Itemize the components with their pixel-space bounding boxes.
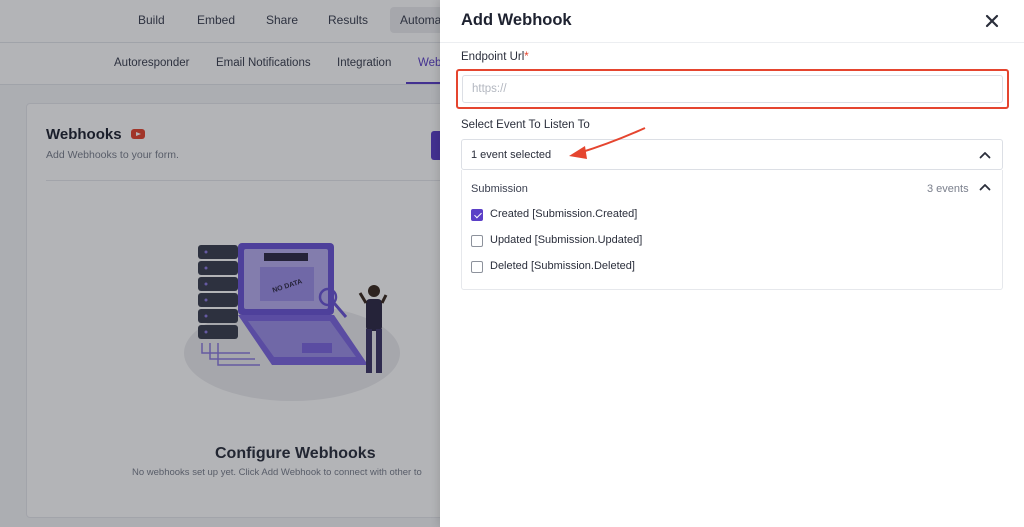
add-webhook-drawer: Add Webhook Endpoint Url* Select Event T… [440,0,1024,527]
chevron-up-icon [979,152,991,159]
checkbox-unchecked[interactable] [471,261,483,273]
endpoint-url-label-text: Endpoint Url [461,51,525,63]
checkbox-checked[interactable] [471,209,483,221]
close-button[interactable] [982,11,1002,31]
event-select-value: 1 event selected [471,149,552,161]
event-option-label: Deleted [Submission.Deleted] [490,260,635,272]
required-mark: * [524,51,529,63]
event-select[interactable]: 1 event selected [461,139,1003,170]
checkbox-unchecked[interactable] [471,235,483,247]
endpoint-url-input[interactable] [462,75,1003,103]
endpoint-url-label: Endpoint Url* [461,51,529,63]
drawer-header: Add Webhook [440,0,1024,43]
event-dropdown-panel: Submission 3 events Created [Submission.… [461,170,1003,290]
annotation-arrow-icon [569,127,646,159]
group-label-submission: Submission [471,183,528,195]
drawer-title: Add Webhook [461,11,572,29]
modal-overlay[interactable] [0,0,440,527]
close-icon [985,14,999,28]
event-option-label: Updated [Submission.Updated] [490,234,643,246]
group-collapse-chevron-icon[interactable] [979,183,991,191]
group-event-count: 3 events [927,183,969,195]
event-option-label: Created [Submission.Created] [490,208,638,220]
